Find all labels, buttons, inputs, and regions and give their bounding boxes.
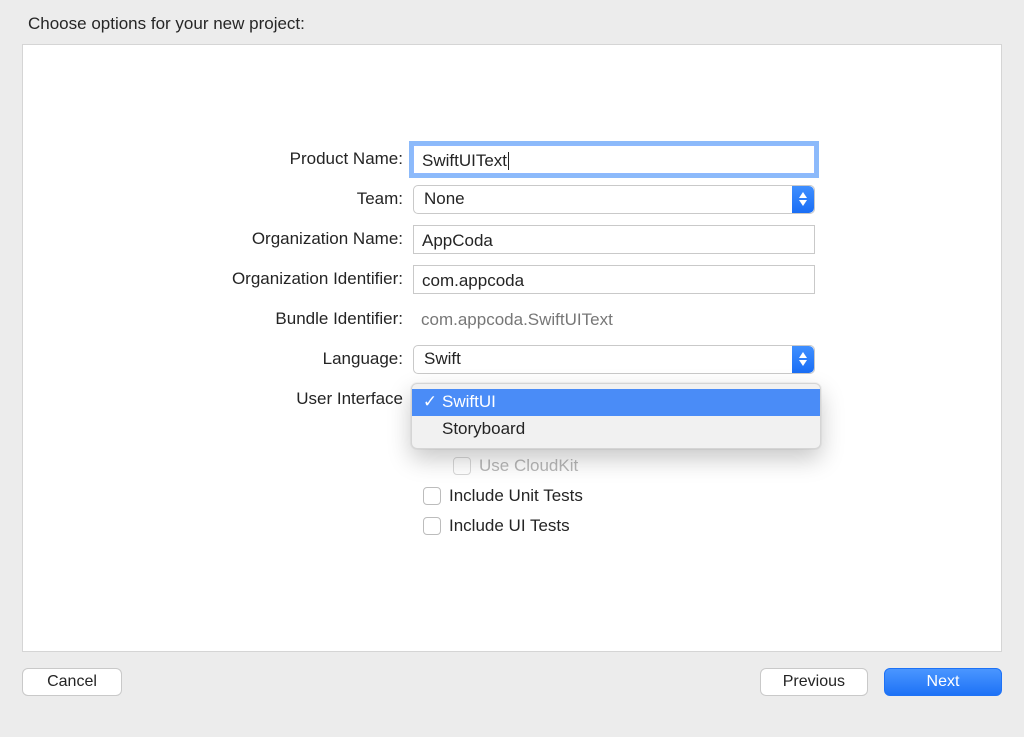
include-ui-tests-label: Include UI Tests bbox=[449, 516, 570, 536]
include-unit-tests-label: Include Unit Tests bbox=[449, 486, 583, 506]
org-id-label: Organization Identifier: bbox=[23, 269, 413, 289]
checkmark-icon: ✓ bbox=[420, 392, 440, 412]
use-cloudkit-checkbox bbox=[453, 457, 471, 475]
button-bar: Cancel Previous Next bbox=[22, 668, 1002, 696]
new-project-dialog: Choose options for your new project: Pro… bbox=[0, 0, 1024, 737]
dropdown-option-label: SwiftUI bbox=[440, 392, 496, 412]
language-popup[interactable]: Swift bbox=[413, 345, 815, 374]
team-popup[interactable]: None bbox=[413, 185, 815, 214]
product-name-value: SwiftUIText bbox=[422, 151, 507, 170]
language-value: Swift bbox=[424, 349, 461, 369]
org-name-value: AppCoda bbox=[422, 231, 493, 250]
previous-button[interactable]: Previous bbox=[760, 668, 868, 696]
text-cursor-icon bbox=[508, 152, 509, 170]
product-name-label: Product Name: bbox=[23, 149, 413, 169]
org-name-label: Organization Name: bbox=[23, 229, 413, 249]
form-panel: Product Name: SwiftUIText Team: None bbox=[22, 44, 1002, 652]
dialog-title: Choose options for your new project: bbox=[28, 14, 1002, 34]
bundle-id-label: Bundle Identifier: bbox=[23, 309, 413, 329]
bundle-id-value: com.appcoda.SwiftUIText bbox=[413, 305, 815, 334]
team-label: Team: bbox=[23, 189, 413, 209]
org-id-value: com.appcoda bbox=[422, 271, 524, 290]
dropdown-option-label: Storyboard bbox=[440, 419, 525, 439]
user-interface-dropdown[interactable]: ✓ SwiftUI Storyboard bbox=[411, 383, 821, 449]
language-label: Language: bbox=[23, 349, 413, 369]
dropdown-option-swiftui[interactable]: ✓ SwiftUI bbox=[412, 389, 820, 416]
use-cloudkit-label: Use CloudKit bbox=[479, 456, 578, 476]
user-interface-label: User Interface bbox=[23, 389, 413, 409]
org-id-input[interactable]: com.appcoda bbox=[413, 265, 815, 294]
updown-arrows-icon bbox=[792, 186, 814, 213]
updown-arrows-icon bbox=[792, 346, 814, 373]
team-value: None bbox=[424, 189, 465, 209]
product-name-input[interactable]: SwiftUIText bbox=[413, 145, 815, 174]
dropdown-option-storyboard[interactable]: Storyboard bbox=[412, 416, 820, 443]
include-ui-tests-checkbox[interactable] bbox=[423, 517, 441, 535]
next-button[interactable]: Next bbox=[884, 668, 1002, 696]
include-unit-tests-checkbox[interactable] bbox=[423, 487, 441, 505]
org-name-input[interactable]: AppCoda bbox=[413, 225, 815, 254]
cancel-button[interactable]: Cancel bbox=[22, 668, 122, 696]
